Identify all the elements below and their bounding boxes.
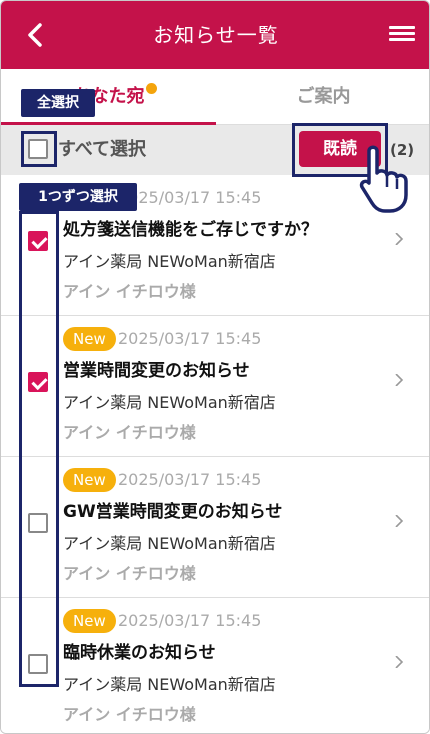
page-title: お知らせ一覧 [153,23,279,47]
notification-item[interactable]: New 2025/03/17 15:45 GW営業時間変更のお知らせ アイン薬局… [1,457,429,598]
notification-item[interactable]: New 2025/03/17 15:45 営業時間変更のお知らせ アイン薬局 N… [1,316,429,457]
notification-store: アイン薬局 NEWoMan新宿店 [63,252,276,271]
new-badge: New [63,468,116,492]
notification-store: アイン薬局 NEWoMan新宿店 [63,675,276,694]
chevron-right-icon [395,233,404,245]
notification-date: 2025/03/17 15:45 [118,188,262,207]
notification-user: アイン イチロウ様 [63,705,196,724]
hamburger-menu-icon[interactable] [389,23,415,47]
item-checkbox[interactable] [28,654,48,674]
notification-subject: 臨時休業のお知らせ [63,643,216,663]
pointing-hand-icon [359,145,408,213]
select-all-checkbox[interactable] [28,139,48,159]
unread-dot-icon [146,83,157,94]
chevron-right-icon [395,374,404,386]
notification-date: 2025/03/17 15:45 [118,611,262,630]
notification-subject: 処方箋送信機能をご存じですか？ [63,220,318,240]
select-all-annotation: 全選択 [21,89,95,117]
chevron-right-icon [395,515,404,527]
select-each-annotation: 1つずつ選択 [19,183,137,211]
item-checkbox[interactable] [28,231,48,251]
item-checkbox[interactable] [28,372,48,392]
notification-user: アイン イチロウ様 [63,564,196,583]
item-checkbox[interactable] [28,513,48,533]
notification-user: アイン イチロウ様 [63,282,196,301]
notification-subject: 営業時間変更のお知らせ [63,361,250,381]
new-badge: New [63,327,116,351]
phone-screen: お知らせ一覧 あなた宛 ご案内 すべて選択 既読 (2) 2025/03/17 … [0,0,430,734]
notification-item[interactable]: New 2025/03/17 15:45 臨時休業のお知らせ アイン薬局 NEW… [1,598,429,733]
notification-store: アイン薬局 NEWoMan新宿店 [63,393,276,412]
notification-date: 2025/03/17 15:45 [118,329,262,348]
app-header: お知らせ一覧 [1,1,429,69]
chevron-right-icon [395,656,404,668]
select-all-label[interactable]: すべて選択 [58,125,146,175]
tab-information[interactable]: ご案内 [216,69,429,125]
notification-date: 2025/03/17 15:45 [118,470,262,489]
tab-information-label: ご案内 [296,86,351,107]
notification-store: アイン薬局 NEWoMan新宿店 [63,534,276,553]
notification-user: アイン イチロウ様 [63,423,196,442]
notification-subject: GW営業時間変更のお知らせ [63,502,283,522]
new-badge: New [63,609,116,633]
